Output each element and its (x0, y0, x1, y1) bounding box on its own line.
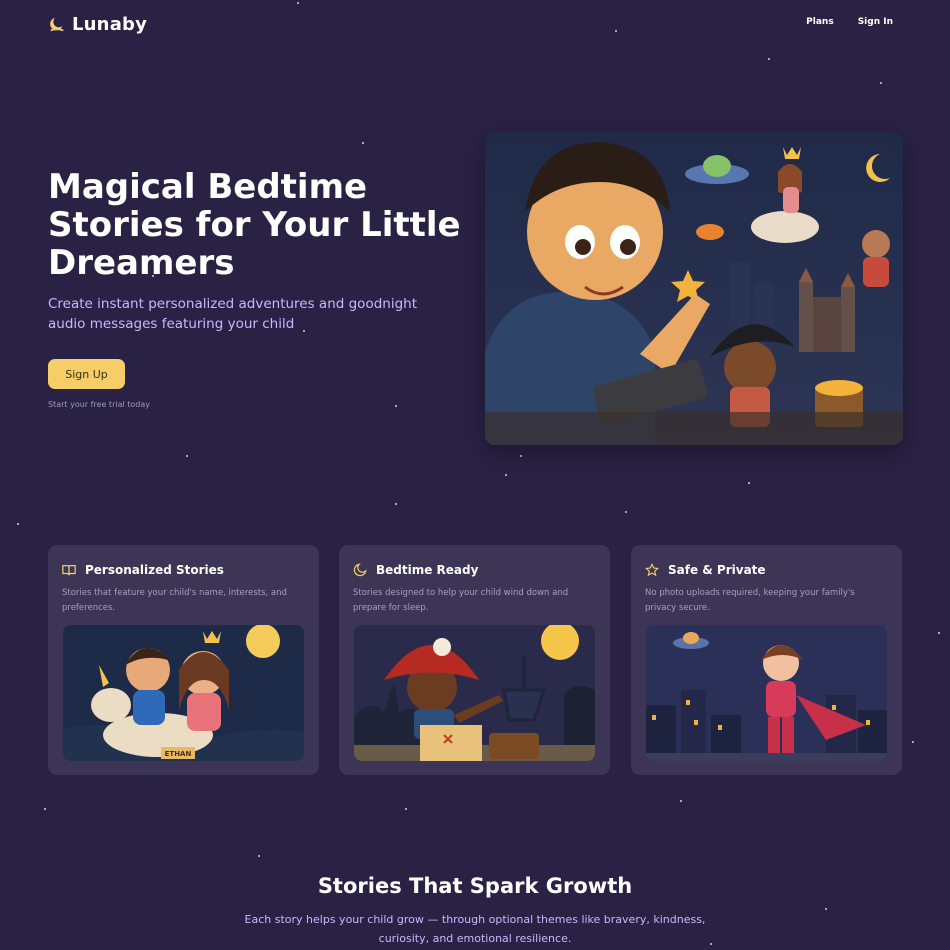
hero-subtitle: Create instant personalized adventures a… (48, 296, 417, 332)
top-navbar: Lunaby Plans Sign In (48, 14, 893, 38)
feature-card-bedtime: Bedtime Ready Stories designed to help y… (339, 545, 610, 775)
card-description: No photo uploads required, keeping your … (645, 588, 855, 613)
growth-section-title: Stories That Spark Growth (317, 874, 633, 898)
sign-up-button[interactable]: Sign Up (48, 359, 125, 389)
free-trial-note: Start your free trial today (48, 400, 150, 409)
moon-book-logo-icon (50, 17, 64, 31)
hero-illustration (485, 132, 903, 445)
card-description: Stories that feature your child's name, … (62, 588, 287, 613)
nav-link-sign-in[interactable]: Sign In (858, 17, 893, 27)
card-header: Safe & Private (645, 563, 766, 577)
card-title: Safe & Private (668, 563, 766, 577)
card-description: Stories designed to help your child wind… (353, 588, 569, 613)
card-header: Bedtime Ready (353, 563, 478, 577)
book-icon (62, 565, 76, 576)
card-header: Personalized Stories (62, 563, 224, 577)
brand-logo[interactable]: Lunaby (48, 14, 147, 35)
nav-links: Plans Sign In (806, 17, 893, 27)
nav-link-plans[interactable]: Plans (806, 17, 834, 27)
star-icon (645, 563, 659, 577)
pirate-boy-illustration (354, 625, 595, 761)
card-title: Bedtime Ready (376, 563, 479, 577)
feature-card-personalized: Personalized Stories Stories that featur… (48, 545, 319, 775)
superhero-girl-illustration (646, 625, 887, 761)
ethan-sign-label: ETHAN (165, 750, 192, 758)
hero-title: Magical Bedtime Stories for Your Little … (48, 167, 461, 283)
growth-section-subtitle: Each story helps your child grow — throu… (244, 913, 706, 945)
brand-name: Lunaby (72, 14, 148, 35)
card-title: Personalized Stories (85, 563, 224, 577)
moon-icon (353, 563, 367, 577)
kids-on-unicorn-illustration: ETHAN (63, 625, 304, 761)
feature-card-safe: Safe & Private No photo uploads required… (631, 545, 902, 775)
